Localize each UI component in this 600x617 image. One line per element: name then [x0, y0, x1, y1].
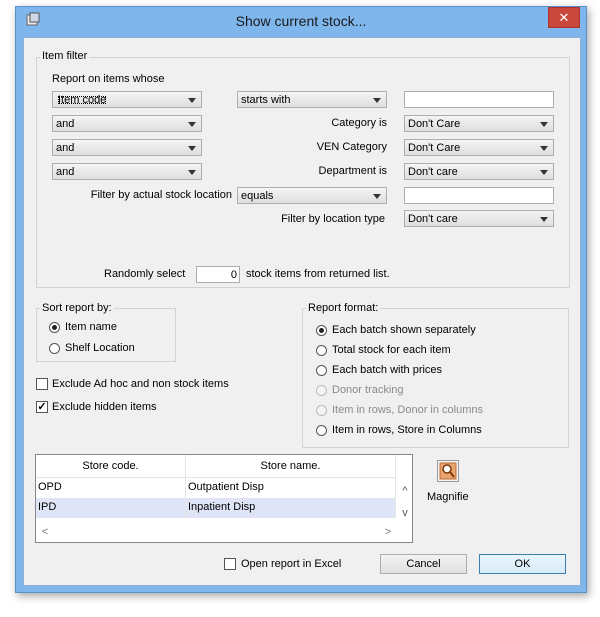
and-combo-2[interactable]: and	[52, 139, 202, 156]
department-combo-value: Don't care	[408, 166, 458, 178]
stock-location-label: Filter by actual stock location	[90, 189, 232, 201]
chevron-down-icon	[188, 170, 196, 175]
operator-combo[interactable]: starts with	[237, 91, 387, 108]
scroll-up-arrow-icon[interactable]: ^	[398, 485, 412, 497]
radio-disabled-icon	[316, 405, 327, 416]
random-count-input[interactable]	[196, 266, 240, 283]
chevron-down-icon	[373, 194, 381, 199]
operator-combo-value: starts with	[241, 94, 291, 106]
store-code-cell: IPD	[36, 498, 186, 518]
chevron-down-icon	[540, 146, 548, 151]
exclude-adhoc-label: Exclude Ad hoc and non stock items	[52, 378, 229, 390]
format-option-label: Each batch with prices	[332, 364, 443, 376]
report-format-label: Report format:	[306, 302, 381, 314]
ven-category-combo-value: Don't Care	[408, 142, 461, 154]
location-type-combo[interactable]: Don't care	[404, 210, 554, 227]
item-filter-label: Item filter	[40, 50, 90, 62]
radio-icon[interactable]	[316, 345, 327, 356]
store-table[interactable]: Store code. Store name. OPD Outpatient D…	[35, 454, 413, 543]
ven-category-label: VEN Category	[316, 141, 387, 153]
sort-option-item-name[interactable]: Item name	[49, 321, 159, 335]
chevron-down-icon	[373, 98, 381, 103]
open-in-excel-checkbox[interactable]: Open report in Excel	[224, 558, 364, 572]
format-option-label: Item in rows, Store in Columns	[332, 424, 482, 436]
scroll-left-arrow-icon[interactable]: <	[39, 526, 51, 538]
window-title: Show current stock...	[235, 13, 367, 29]
ok-button[interactable]: OK	[479, 554, 566, 574]
department-label: Department is	[318, 165, 387, 177]
and-combo-1[interactable]: and	[52, 115, 202, 132]
sort-option-shelf-location[interactable]: Shelf Location	[49, 342, 169, 356]
store-name-cell: Inpatient Disp	[186, 498, 396, 518]
and-combo-3[interactable]: and	[52, 163, 202, 180]
location-operator-combo[interactable]: equals	[237, 187, 387, 204]
format-option-label: Each batch shown separately	[332, 324, 476, 336]
radio-icon[interactable]	[316, 425, 327, 436]
format-option-label: Item in rows, Donor in columns	[332, 404, 483, 416]
format-option-donor-columns: Item in rows, Donor in columns	[316, 404, 516, 418]
column-header-store-name[interactable]: Store name.	[186, 455, 396, 478]
checkbox-icon[interactable]	[224, 558, 236, 570]
report-on-label: Report on items whose	[52, 73, 165, 85]
chevron-down-icon	[188, 98, 196, 103]
radio-icon[interactable]	[316, 365, 327, 376]
scroll-right-arrow-icon[interactable]: >	[382, 526, 394, 538]
and-combo-2-value: and	[56, 142, 75, 154]
field-combo[interactable]: Item code	[52, 91, 202, 108]
category-label: Category is	[331, 117, 387, 129]
chevron-down-icon	[540, 217, 548, 222]
store-code-cell: OPD	[36, 478, 186, 498]
close-button[interactable]: ✕	[548, 7, 580, 28]
exclude-adhoc-checkbox[interactable]: Exclude Ad hoc and non stock items	[36, 378, 256, 392]
magnifier-icon	[439, 462, 457, 480]
table-row-selected[interactable]: IPD Inpatient Disp	[36, 498, 396, 518]
open-in-excel-label: Open report in Excel	[241, 558, 342, 570]
ven-category-combo[interactable]: Don't Care	[404, 139, 554, 156]
location-type-label: Filter by location type	[281, 213, 385, 225]
department-combo[interactable]: Don't care	[404, 163, 554, 180]
checkbox-icon[interactable]	[36, 378, 48, 390]
category-combo[interactable]: Don't Care	[404, 115, 554, 132]
sort-option-label: Shelf Location	[65, 342, 135, 354]
radio-disabled-icon	[316, 385, 327, 396]
format-option-label: Donor tracking	[332, 384, 404, 396]
location-value-input[interactable]	[404, 187, 554, 204]
format-option-batch-prices[interactable]: Each batch with prices	[316, 364, 516, 378]
and-combo-1-value: and	[56, 118, 75, 130]
format-option-total-stock[interactable]: Total stock for each item	[316, 344, 516, 358]
location-operator-combo-value: equals	[241, 190, 274, 202]
location-type-combo-value: Don't care	[408, 213, 458, 225]
format-option-store-columns[interactable]: Item in rows, Store in Columns	[316, 424, 516, 438]
sort-option-label: Item name	[65, 321, 117, 333]
column-header-store-code[interactable]: Store code.	[36, 455, 186, 478]
radio-selected-icon[interactable]	[316, 325, 327, 336]
scroll-down-arrow-icon[interactable]: v	[398, 507, 412, 519]
radio-icon[interactable]	[49, 343, 60, 354]
chevron-down-icon	[188, 146, 196, 151]
dialog-client: Item filter Report on items whose Item c…	[23, 37, 581, 586]
sort-group-label: Sort report by:	[40, 302, 114, 314]
dialog-window: Show current stock... ✕ Item filter Repo…	[15, 6, 587, 593]
random-select-suffix: stock items from returned list.	[246, 268, 390, 280]
store-name-cell: Outpatient Disp	[186, 478, 396, 498]
category-combo-value: Don't Care	[408, 118, 461, 130]
filter-value-input[interactable]	[404, 91, 554, 108]
checkbox-checked-icon[interactable]: ✓	[36, 401, 48, 413]
random-select-prefix: Randomly select	[104, 268, 186, 280]
magnifie-label: Magnifie	[427, 491, 469, 503]
chevron-down-icon	[188, 122, 196, 127]
table-row[interactable]: OPD Outpatient Disp	[36, 478, 396, 498]
field-combo-value: Item code	[58, 94, 107, 106]
radio-selected-icon[interactable]	[49, 322, 60, 333]
exclude-hidden-label: Exclude hidden items	[52, 401, 157, 413]
and-combo-3-value: and	[56, 166, 75, 178]
magnifie-button[interactable]	[437, 460, 459, 482]
format-option-donor-tracking: Donor tracking	[316, 384, 516, 398]
chevron-down-icon	[540, 170, 548, 175]
chevron-down-icon	[540, 122, 548, 127]
format-option-label: Total stock for each item	[332, 344, 451, 356]
exclude-hidden-checkbox[interactable]: ✓ Exclude hidden items	[36, 401, 196, 415]
format-option-batch-separately[interactable]: Each batch shown separately	[316, 324, 516, 338]
cancel-button[interactable]: Cancel	[380, 554, 467, 574]
